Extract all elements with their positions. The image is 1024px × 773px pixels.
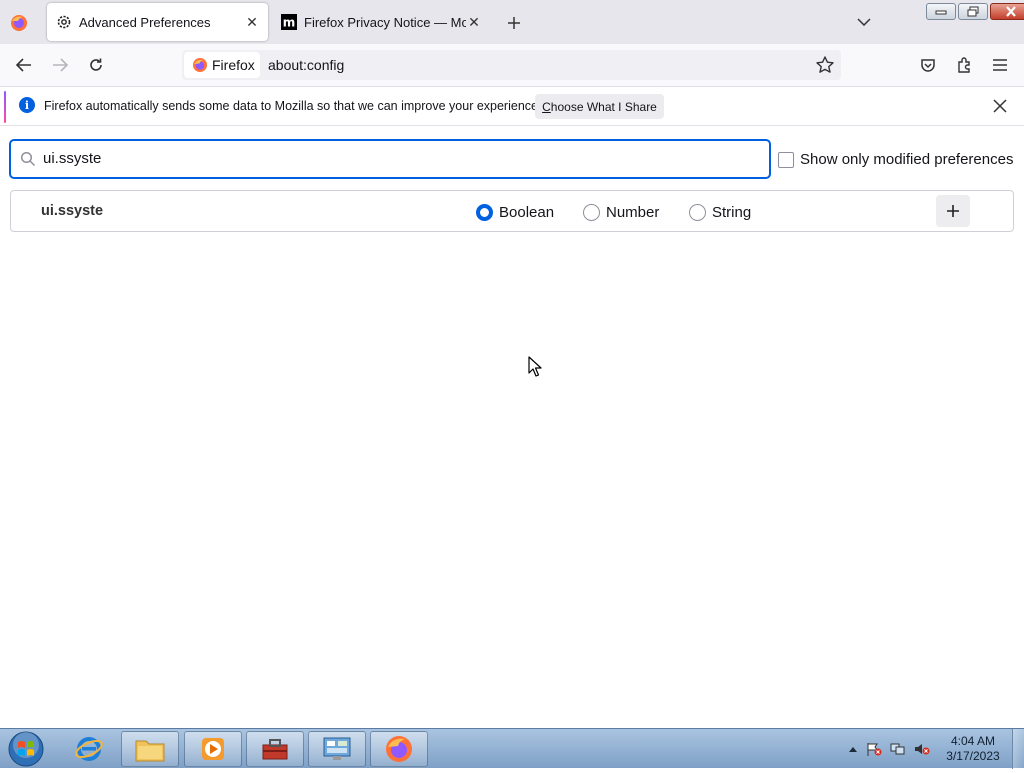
clock-date: 3/17/2023 — [946, 749, 1000, 763]
extensions-icon[interactable] — [951, 53, 977, 77]
firefox-icon — [193, 58, 207, 72]
firefox-view-icon[interactable] — [8, 12, 30, 34]
toolbox-icon[interactable] — [246, 731, 304, 767]
close-tab-icon[interactable]: ✕ — [244, 14, 260, 30]
mozilla-m-icon: m — [281, 14, 297, 30]
pocket-icon[interactable] — [915, 53, 941, 77]
radio-button-selected[interactable] — [476, 204, 493, 221]
start-button[interactable] — [6, 730, 46, 768]
volume-muted-icon[interactable] — [914, 742, 930, 756]
plus-icon — [947, 205, 959, 217]
add-preference-button[interactable] — [936, 195, 970, 227]
mouse-cursor-icon — [528, 356, 542, 377]
notification-accent — [4, 91, 6, 123]
internet-explorer-icon[interactable] — [60, 731, 118, 767]
minimize-icon[interactable] — [926, 3, 956, 20]
data-reporting-notification: i Firefox automatically sends some data … — [0, 86, 1024, 126]
forward-arrow-icon[interactable] — [47, 53, 73, 77]
radio-button[interactable] — [689, 204, 706, 221]
reload-icon[interactable] — [83, 53, 109, 77]
bookmark-star-icon[interactable] — [815, 55, 835, 75]
radio-label: String — [712, 204, 752, 221]
show-hidden-icons-icon[interactable] — [845, 742, 861, 756]
tab-advanced-preferences[interactable]: Advanced Preferences ✕ — [47, 3, 268, 41]
button-access-key: C — [542, 99, 551, 114]
radio-label: Number — [606, 204, 660, 221]
file-explorer-icon[interactable] — [121, 731, 179, 767]
taskbar-clock[interactable]: 4:04 AM 3/17/2023 — [938, 734, 1008, 764]
firefox-taskbar-icon[interactable] — [370, 731, 428, 767]
chevron-down-icon[interactable] — [854, 14, 874, 30]
media-player-icon[interactable] — [184, 731, 242, 767]
new-preference-row: ui.ssyste Boolean Number String — [10, 190, 1014, 232]
close-tab-icon[interactable]: ✕ — [466, 14, 482, 30]
search-value: ui.ssyste — [43, 150, 102, 167]
button-label: hoose What I Share — [550, 99, 657, 114]
window-controls — [926, 3, 1024, 20]
info-icon: i — [19, 97, 35, 113]
back-arrow-icon[interactable] — [11, 53, 37, 77]
restore-icon[interactable] — [958, 3, 988, 20]
radio-button[interactable] — [583, 204, 600, 221]
new-tab-icon[interactable] — [503, 12, 525, 34]
show-modified-checkbox[interactable] — [778, 151, 794, 168]
gear-icon — [56, 14, 72, 30]
show-modified-toggle[interactable]: Show only modified preferences — [778, 151, 1013, 168]
identity-label: Firefox — [212, 57, 255, 73]
url-bar[interactable]: Firefox about:config — [182, 50, 841, 80]
choose-what-i-share-button[interactable]: Choose What I Share — [535, 94, 664, 119]
svg-text:m: m — [283, 16, 296, 30]
control-panel-icon[interactable] — [308, 731, 366, 767]
clock-time: 4:04 AM — [950, 734, 996, 748]
tab-title: Firefox Privacy Notice — Mozilla — [304, 14, 466, 30]
radio-label: Boolean — [499, 204, 555, 221]
notification-message: Firefox automatically sends some data to… — [44, 99, 542, 113]
tab-firefox-privacy-notice[interactable]: m Firefox Privacy Notice — Mozilla ✕ — [272, 3, 486, 41]
tab-strip: Advanced Preferences ✕ m Firefox Privacy… — [0, 0, 1024, 44]
show-desktop-button[interactable] — [1012, 729, 1024, 769]
url-text[interactable]: about:config — [268, 57, 344, 73]
type-radio-string[interactable]: String — [689, 204, 751, 221]
tab-title: Advanced Preferences — [79, 14, 211, 30]
search-icon — [20, 151, 36, 167]
type-radio-boolean[interactable]: Boolean — [476, 204, 554, 221]
taskbar: 4:04 AM 3/17/2023 — [0, 728, 1024, 769]
action-center-flag-icon[interactable] — [866, 742, 882, 756]
preference-name: ui.ssyste — [41, 203, 104, 219]
hamburger-menu-icon[interactable] — [987, 53, 1013, 77]
preference-search-input[interactable]: ui.ssyste — [9, 139, 771, 179]
close-window-icon[interactable] — [990, 3, 1024, 20]
navigation-toolbar: Firefox about:config — [0, 44, 1024, 86]
network-icon[interactable] — [890, 742, 906, 756]
show-modified-label: Show only modified preferences — [800, 151, 1014, 168]
close-notification-icon[interactable] — [990, 96, 1010, 116]
site-identity[interactable]: Firefox — [184, 52, 260, 78]
type-radio-number[interactable]: Number — [583, 204, 659, 221]
